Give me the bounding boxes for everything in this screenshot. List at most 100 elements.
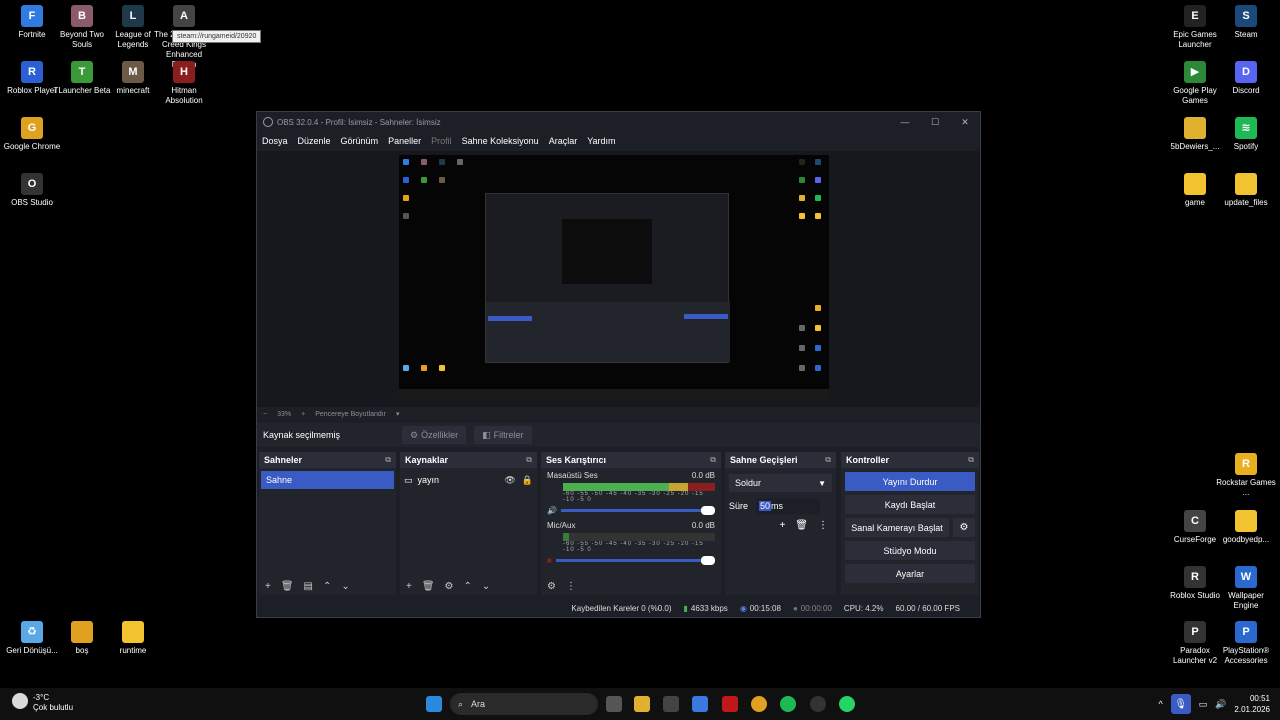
- source-settings-button[interactable]: ⚙: [445, 581, 454, 592]
- fit-to-window[interactable]: Pencereye Boyutlandır: [315, 411, 386, 418]
- store-icon[interactable]: [663, 696, 679, 712]
- filters-button[interactable]: ◧ Filtreler: [474, 426, 532, 444]
- start-record-button[interactable]: Kaydı Başlat: [845, 495, 975, 514]
- obs-icon[interactable]: [810, 696, 826, 712]
- desktop-shortcut[interactable]: W Wallpaper Engine: [1216, 566, 1276, 611]
- remove-source-button[interactable]: 🗑: [422, 581, 435, 592]
- obs-logo-icon: [263, 117, 273, 127]
- volume-slider[interactable]: [560, 506, 715, 515]
- settings-button[interactable]: Ayarlar: [845, 564, 975, 583]
- maximize-button[interactable]: ☐: [920, 117, 950, 128]
- menu-dosya[interactable]: Dosya: [262, 136, 288, 146]
- speaker-muted-icon[interactable]: ■: [547, 556, 552, 565]
- undock-icon[interactable]: ⧉: [710, 455, 716, 465]
- move-down-button[interactable]: ⌄: [482, 581, 490, 592]
- studio-mode-button[interactable]: Stüdyo Modu: [845, 541, 975, 560]
- clock-time: 00:51: [1249, 694, 1270, 703]
- task-view-icon[interactable]: [606, 696, 622, 712]
- preview-area[interactable]: [257, 151, 980, 407]
- source-label: yayın: [417, 475, 440, 485]
- gear-icon[interactable]: ⚙: [953, 518, 975, 537]
- zoom-out-button[interactable]: −: [263, 411, 267, 418]
- desktop-shortcut[interactable]: goodbyedp...: [1216, 510, 1276, 545]
- speaker-icon[interactable]: 🔊: [547, 506, 557, 515]
- menu-paneller[interactable]: Paneller: [388, 136, 421, 146]
- desktop-shortcut[interactable]: ≋ Spotify: [1216, 117, 1276, 152]
- eye-icon[interactable]: 👁: [504, 475, 515, 486]
- move-up-button[interactable]: ⌃: [464, 581, 472, 592]
- obs-titlebar[interactable]: OBS 32.0.4 - Profil: İsimsiz - Sahneler:…: [257, 112, 980, 132]
- menu-araclar[interactable]: Araçlar: [549, 136, 578, 146]
- desktop-shortcut[interactable]: G Google Chrome: [2, 117, 62, 152]
- virtual-camera-button[interactable]: Sanal Kamerayı Başlat: [845, 518, 949, 537]
- scene-item[interactable]: Sahne: [261, 471, 394, 489]
- system-tray: ^ 🎙 ▭ 🔊 00:51 2.01.2026: [1158, 693, 1270, 715]
- microphone-icon[interactable]: 🎙: [1170, 694, 1191, 714]
- preview-canvas[interactable]: [399, 155, 829, 399]
- weather-icon: [12, 693, 28, 709]
- scenes-dock: Sahneler ⧉ Sahne + 🗑 ▤ ⌃ ⌄: [259, 452, 396, 595]
- menu-yardim[interactable]: Yardım: [587, 136, 615, 146]
- add-scene-button[interactable]: +: [265, 581, 271, 592]
- menu-profil[interactable]: Profil: [431, 136, 452, 146]
- controls-dock: Kontroller ⧉ Yayını Durdur Kaydı Başlat S…: [841, 452, 979, 595]
- properties-button[interactable]: ⚙ Özellikler: [402, 426, 467, 444]
- undock-icon[interactable]: ⧉: [968, 455, 974, 465]
- close-button[interactable]: ✕: [950, 117, 980, 128]
- move-up-button[interactable]: ⌃: [323, 581, 331, 592]
- stop-stream-button[interactable]: Yayını Durdur: [845, 472, 975, 491]
- shortcut-label: Discord: [1232, 86, 1260, 95]
- filter-scene-button[interactable]: ▤: [304, 581, 313, 592]
- windows-start-icon[interactable]: [426, 696, 442, 712]
- chrome-icon[interactable]: [751, 696, 767, 712]
- window-title: OBS 32.0.4 - Profil: İsimsiz - Sahneler:…: [277, 117, 441, 127]
- lock-icon[interactable]: 🔒: [522, 475, 533, 486]
- desktop-shortcut[interactable]: D Discord: [1216, 61, 1276, 96]
- mixer-settings-button[interactable]: ⚙: [547, 581, 556, 592]
- desktop-shortcut[interactable]: update_files: [1216, 173, 1276, 208]
- desktop-shortcut[interactable]: S Steam: [1216, 5, 1276, 40]
- volume-icon[interactable]: 🔊: [1215, 699, 1226, 710]
- zoom-in-button[interactable]: +: [301, 411, 305, 418]
- desktop-shortcut[interactable]: H Hitman Absolution: [154, 61, 214, 106]
- search-box[interactable]: ⌕ Ara: [450, 693, 598, 715]
- context-bar: Kaynak seçilmemiş ⚙ Özellikler ◧ Filtrel…: [257, 423, 980, 447]
- menu-sahne-koleksiyonu[interactable]: Sahne Koleksiyonu: [462, 136, 539, 146]
- spotify-icon[interactable]: [780, 696, 796, 712]
- menu-gorunum[interactable]: Görünüm: [341, 136, 379, 146]
- recycle-bin-icon: ♻: [21, 621, 43, 643]
- desktop-shortcut[interactable]: R Rockstar Games ...: [1216, 453, 1276, 498]
- duration-input[interactable]: 50 ms: [756, 498, 821, 514]
- more-menu-icon[interactable]: ⋮: [566, 581, 576, 592]
- remove-transition-button[interactable]: 🗑: [795, 520, 808, 531]
- add-transition-button[interactable]: +: [779, 520, 785, 531]
- preview-taskbar: [399, 389, 829, 399]
- more-menu-icon[interactable]: ⋮: [818, 520, 828, 531]
- menu-duzenle[interactable]: Düzenle: [298, 136, 331, 146]
- desktop-shortcut[interactable]: O OBS Studio: [2, 173, 62, 208]
- status-bar: Kaybedilen Kareler 0 (%0.0) ▮ 4633 kbps ◉…: [257, 599, 980, 617]
- add-source-button[interactable]: +: [406, 581, 412, 592]
- minimize-button[interactable]: —: [890, 117, 920, 128]
- netflix-icon[interactable]: [722, 696, 738, 712]
- whatsapp-icon[interactable]: [839, 696, 855, 712]
- desktop-shortcut[interactable]: P PlayStation® Accessories: [1216, 621, 1276, 666]
- file-explorer-icon[interactable]: [634, 696, 650, 712]
- volume-slider[interactable]: [555, 556, 715, 565]
- clock[interactable]: 00:51 2.01.2026: [1234, 693, 1270, 715]
- desktop-shortcut[interactable]: runtime: [103, 621, 163, 656]
- channel-db: 0.0 dB: [691, 471, 715, 480]
- transition-select[interactable]: Soldur ▼: [729, 474, 832, 492]
- remove-scene-button[interactable]: 🗑: [281, 581, 294, 592]
- source-item[interactable]: ▭ yayın 👁 🔒: [404, 471, 533, 489]
- chevron-up-icon[interactable]: ^: [1158, 699, 1162, 709]
- move-down-button[interactable]: ⌄: [341, 581, 349, 592]
- undock-icon[interactable]: ⧉: [825, 455, 831, 465]
- copilot-icon[interactable]: [692, 696, 708, 712]
- network-icon[interactable]: ▭: [1199, 699, 1208, 710]
- weather-widget[interactable]: -3°C Çok bulutlu: [12, 693, 73, 713]
- undock-icon[interactable]: ⧉: [385, 455, 391, 465]
- chevron-down-icon[interactable]: ▾: [396, 410, 400, 418]
- shortcut-label: Google Chrome: [3, 142, 61, 151]
- undock-icon[interactable]: ⧉: [526, 455, 532, 465]
